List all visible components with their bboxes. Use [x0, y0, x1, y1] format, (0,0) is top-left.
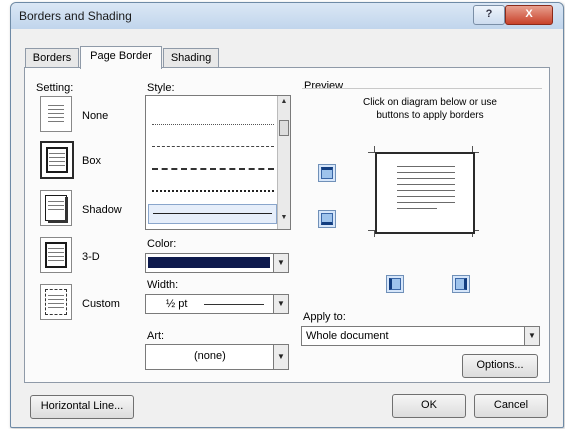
setting-3d-icon[interactable] — [40, 237, 72, 273]
apply-to-label: Apply to: — [303, 311, 346, 323]
preview-diagram[interactable] — [375, 152, 475, 234]
color-label: Color: — [147, 238, 177, 250]
setting-shadow-label[interactable]: Shadow — [82, 204, 122, 216]
art-label: Art: — [147, 330, 165, 342]
width-sample-line — [204, 304, 264, 305]
right-border-button[interactable] — [452, 275, 470, 293]
apply-to-value: Whole document — [306, 330, 389, 342]
chevron-down-icon[interactable]: ▼ — [273, 295, 288, 313]
setting-none-icon[interactable] — [40, 96, 72, 132]
preview-instructions: Click on diagram below or use buttons to… — [363, 97, 497, 121]
color-dropdown[interactable]: ▼ — [145, 253, 289, 273]
tab-page-border[interactable]: Page Border — [80, 46, 162, 69]
setting-none-label[interactable]: None — [82, 110, 108, 122]
apply-to-dropdown[interactable]: Whole document ▼ — [301, 326, 540, 346]
setting-heading: Setting: — [36, 82, 74, 94]
scroll-thumb[interactable] — [279, 120, 289, 136]
help-button[interactable]: ? — [473, 5, 505, 25]
scroll-down-icon[interactable]: ▼ — [279, 214, 289, 221]
corner-mark — [368, 146, 375, 153]
left-border-button[interactable] — [386, 275, 404, 293]
chevron-down-icon[interactable]: ▼ — [524, 327, 539, 345]
style-scrollbar[interactable]: ▲ ▼ — [277, 96, 290, 229]
options-button[interactable]: Options... — [462, 354, 538, 378]
tab-borders[interactable]: Borders — [25, 48, 79, 68]
chevron-down-icon[interactable]: ▼ — [273, 345, 288, 369]
width-dropdown[interactable]: ½ pt ▼ — [145, 294, 289, 314]
title-bar: Borders and Shading ? X — [11, 3, 563, 29]
setting-custom-icon[interactable] — [40, 284, 72, 320]
corner-mark — [368, 230, 375, 237]
color-swatch — [148, 257, 270, 268]
style-option-long-dash[interactable] — [152, 168, 274, 170]
top-border-button[interactable] — [318, 164, 336, 182]
setting-shadow-icon[interactable] — [40, 190, 72, 226]
style-option-dash-dot[interactable] — [152, 190, 274, 192]
setting-box-icon[interactable] — [40, 141, 74, 179]
ok-button[interactable]: OK — [392, 394, 466, 418]
style-list[interactable]: ▲ ▼ — [145, 95, 291, 230]
cancel-button[interactable]: Cancel — [474, 394, 548, 418]
chevron-down-icon[interactable]: ▼ — [273, 254, 288, 272]
style-option-dashed[interactable] — [152, 146, 274, 147]
horizontal-line-button[interactable]: Horizontal Line... — [30, 395, 134, 419]
style-option-selected[interactable] — [148, 204, 277, 224]
art-value: (none) — [194, 350, 226, 362]
scroll-up-icon[interactable]: ▲ — [279, 98, 289, 105]
width-value: ½ pt — [166, 298, 188, 310]
art-dropdown[interactable]: (none) ▼ — [145, 344, 289, 370]
bottom-border-button[interactable] — [318, 210, 336, 228]
style-heading: Style: — [147, 82, 175, 94]
window-title: Borders and Shading — [19, 9, 132, 23]
setting-3d-label[interactable]: 3-D — [82, 251, 100, 263]
style-option-dotted[interactable] — [152, 124, 274, 125]
setting-custom-label[interactable]: Custom — [82, 298, 120, 310]
width-label: Width: — [147, 279, 179, 291]
tab-shading[interactable]: Shading — [163, 48, 219, 68]
setting-box-label[interactable]: Box — [82, 155, 101, 167]
close-button[interactable]: X — [505, 5, 553, 25]
